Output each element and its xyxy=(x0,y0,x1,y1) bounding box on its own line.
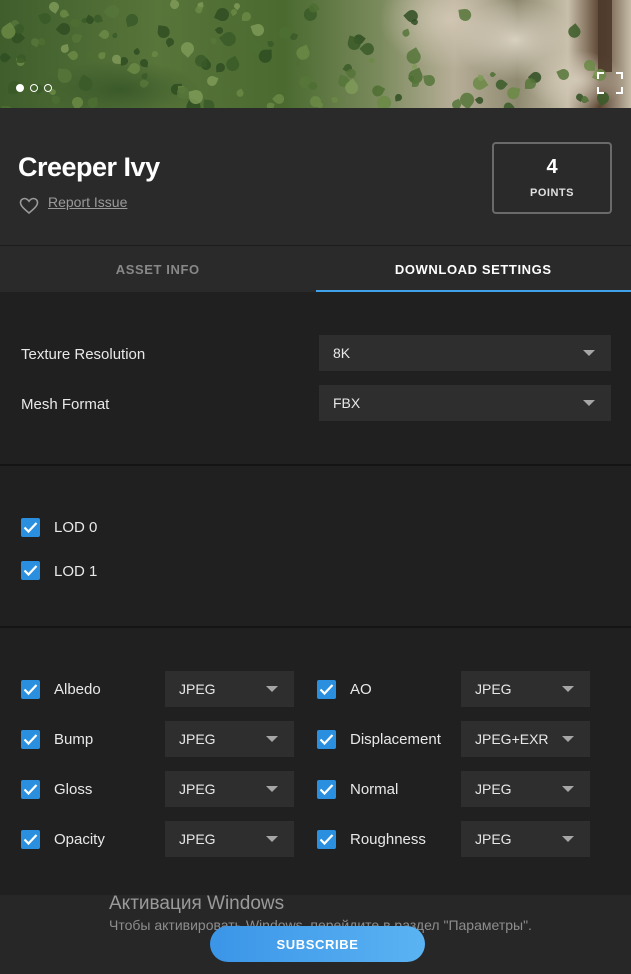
albedo-format-select[interactable]: JPEG xyxy=(165,671,294,707)
asset-preview-image[interactable] xyxy=(0,0,631,108)
carousel-dots xyxy=(16,84,52,92)
lod1-checkbox[interactable] xyxy=(21,561,40,580)
displacement-label: Displacement xyxy=(350,731,441,748)
opacity-label: Opacity xyxy=(54,831,105,848)
texture-resolution-select[interactable]: 8K xyxy=(319,335,611,371)
mesh-format-select[interactable]: FBX xyxy=(319,385,611,421)
ao-format-value: JPEG xyxy=(475,681,512,697)
roughness-format-select[interactable]: JPEG xyxy=(461,821,590,857)
roughness-format-value: JPEG xyxy=(475,831,512,847)
roughness-checkbox[interactable] xyxy=(317,830,336,849)
checkmark-icon xyxy=(319,834,334,846)
tab-asset-info[interactable]: ASSET INFO xyxy=(0,246,316,292)
carousel-dot-1[interactable] xyxy=(16,84,24,92)
chevron-down-icon xyxy=(583,350,595,356)
checkmark-icon xyxy=(23,565,38,577)
checkmark-icon xyxy=(319,784,334,796)
chevron-down-icon xyxy=(562,736,574,742)
ao-label: AO xyxy=(350,681,372,698)
gloss-label: Gloss xyxy=(54,781,93,798)
tab-bar: ASSET INFO DOWNLOAD SETTINGS xyxy=(0,245,631,292)
checkmark-icon xyxy=(319,734,334,746)
heart-icon[interactable] xyxy=(19,197,39,215)
chevron-down-icon xyxy=(266,786,278,792)
bump-checkbox[interactable] xyxy=(21,730,40,749)
asset-title: Creeper Ivy xyxy=(18,152,160,182)
lod0-label: LOD 0 xyxy=(54,519,98,536)
texture-maps-section: Albedo JPEG AO JPEG Bump JPEG Displacement JPEG… xyxy=(0,628,631,895)
normal-format-value: JPEG xyxy=(475,781,512,797)
checkmark-icon xyxy=(23,834,38,846)
bump-label: Bump xyxy=(54,731,94,748)
points-value: 4 xyxy=(546,156,558,178)
checkmark-icon xyxy=(319,684,334,696)
gloss-format-value: JPEG xyxy=(179,781,216,797)
tab-download-settings[interactable]: DOWNLOAD SETTINGS xyxy=(315,246,631,292)
chevron-down-icon xyxy=(583,400,595,406)
mesh-format-label: Mesh Format xyxy=(21,396,110,413)
checkmark-icon xyxy=(23,684,38,696)
points-badge: 4 POINTS xyxy=(492,142,612,214)
chevron-down-icon xyxy=(266,686,278,692)
texture-resolution-label: Texture Resolution xyxy=(21,346,146,363)
gloss-checkbox[interactable] xyxy=(21,780,40,799)
mesh-format-value: FBX xyxy=(333,395,361,411)
carousel-dot-2[interactable] xyxy=(30,84,38,92)
windows-activation-title: Активация Windows xyxy=(109,893,285,914)
albedo-format-value: JPEG xyxy=(179,681,216,697)
format-settings-section: Texture Resolution 8K Mesh Format FBX xyxy=(0,292,631,464)
lod-section: LOD 0 LOD 1 xyxy=(0,466,631,626)
gloss-format-select[interactable]: JPEG xyxy=(165,771,294,807)
normal-checkbox[interactable] xyxy=(317,780,336,799)
chevron-down-icon xyxy=(562,786,574,792)
opacity-checkbox[interactable] xyxy=(21,830,40,849)
albedo-checkbox[interactable] xyxy=(21,680,40,699)
points-label: POINTS xyxy=(530,187,574,199)
preview-trunk xyxy=(598,0,612,72)
chevron-down-icon xyxy=(562,686,574,692)
opacity-format-select[interactable]: JPEG xyxy=(165,821,294,857)
displacement-format-select[interactable]: JPEG+EXR xyxy=(461,721,590,757)
checkmark-icon xyxy=(23,784,38,796)
asset-header: Creeper Ivy Report Issue 4 POINTS xyxy=(0,108,631,245)
chevron-down-icon xyxy=(266,736,278,742)
chevron-down-icon xyxy=(266,836,278,842)
fullscreen-icon[interactable] xyxy=(597,72,623,94)
opacity-format-value: JPEG xyxy=(179,831,216,847)
texture-resolution-value: 8K xyxy=(333,345,351,361)
displacement-format-value: JPEG+EXR xyxy=(475,731,549,747)
lod0-checkbox[interactable] xyxy=(21,518,40,537)
checkmark-icon xyxy=(23,734,38,746)
roughness-label: Roughness xyxy=(350,831,426,848)
ao-checkbox[interactable] xyxy=(317,680,336,699)
displacement-checkbox[interactable] xyxy=(317,730,336,749)
bump-format-select[interactable]: JPEG xyxy=(165,721,294,757)
subscribe-button[interactable]: SUBSCRIBE xyxy=(210,926,425,962)
lod1-label: LOD 1 xyxy=(54,563,98,580)
ao-format-select[interactable]: JPEG xyxy=(461,671,590,707)
albedo-label: Albedo xyxy=(54,681,101,698)
normal-label: Normal xyxy=(350,781,399,798)
report-issue-link[interactable]: Report Issue xyxy=(48,194,127,210)
normal-format-select[interactable]: JPEG xyxy=(461,771,590,807)
checkmark-icon xyxy=(23,522,38,534)
bump-format-value: JPEG xyxy=(179,731,216,747)
carousel-dot-3[interactable] xyxy=(44,84,52,92)
chevron-down-icon xyxy=(562,836,574,842)
